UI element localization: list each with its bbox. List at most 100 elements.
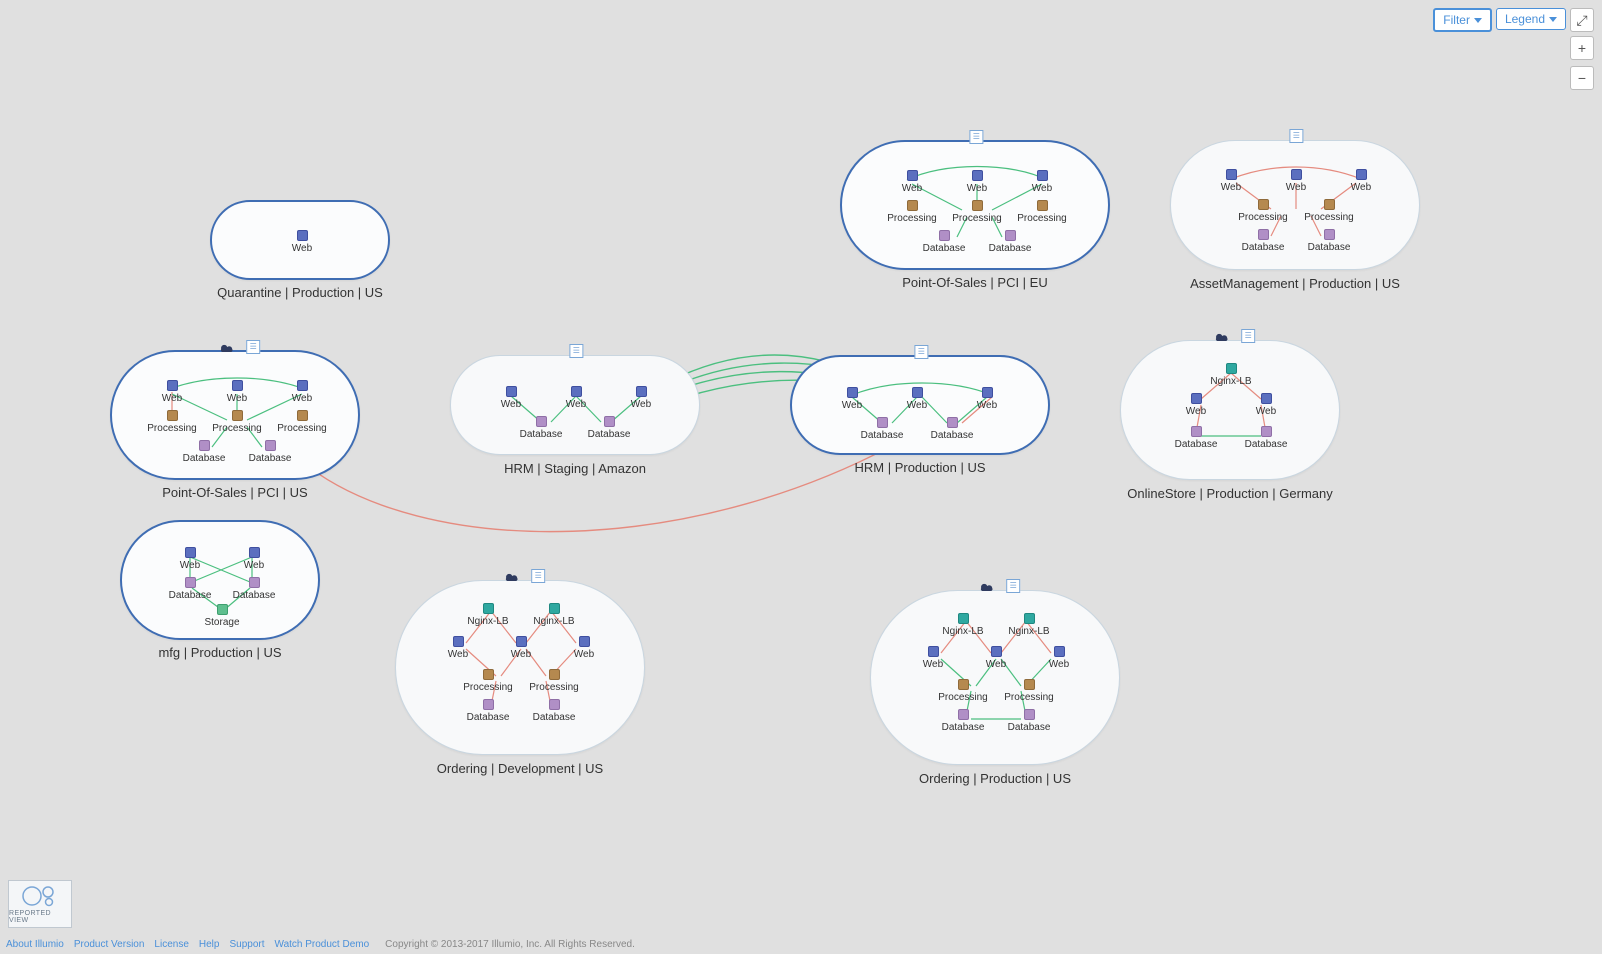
cloud-icon	[503, 571, 519, 581]
group-label: Ordering | Production | US	[871, 771, 1119, 786]
group-label: Point-Of-Sales | PCI | EU	[842, 275, 1108, 290]
footer-link[interactable]: About Illumio	[6, 939, 64, 950]
node-processing[interactable]: Processing	[1299, 199, 1359, 223]
node-processing[interactable]: Processing	[458, 669, 518, 693]
reported-view-badge[interactable]: REPORTED VIEW	[8, 880, 72, 928]
node-web[interactable]: Web	[1201, 169, 1261, 193]
node-database[interactable]: Database	[240, 440, 300, 464]
filter-label: Filter	[1443, 13, 1470, 27]
node-database[interactable]: Database	[1236, 426, 1296, 450]
node-processing[interactable]: Processing	[882, 200, 942, 224]
node-web[interactable]: Web	[611, 386, 671, 410]
node-database[interactable]: Database	[579, 416, 639, 440]
node-database[interactable]: Database	[914, 230, 974, 254]
footer: About Illumio Product Version License He…	[6, 939, 1596, 950]
filter-button[interactable]: Filter	[1433, 8, 1492, 32]
node-database[interactable]: Database	[174, 440, 234, 464]
node-web[interactable]: Web	[428, 636, 488, 660]
node-web[interactable]: Web	[1236, 393, 1296, 417]
node-web[interactable]: Web	[207, 380, 267, 404]
group-hrm-prod[interactable]: Web Web Web Database Database HRM | Prod…	[790, 355, 1050, 455]
footer-link[interactable]: Support	[229, 939, 264, 950]
group-pos-us[interactable]: Web Web Web Processing Processing Proces…	[110, 350, 360, 480]
chevron-down-icon	[1549, 17, 1557, 22]
node-database[interactable]: Database	[1166, 426, 1226, 450]
node-web[interactable]: Web	[546, 386, 606, 410]
node-storage[interactable]: Storage	[192, 604, 252, 628]
group-label: Ordering | Development | US	[396, 761, 644, 776]
group-onlinestore[interactable]: Nginx-LB Web Web Database Database Onlin…	[1120, 340, 1340, 480]
node-processing[interactable]: Processing	[272, 410, 332, 434]
legend-button[interactable]: Legend	[1496, 8, 1566, 30]
node-web[interactable]: Web	[160, 547, 220, 571]
node-nginx-lb[interactable]: Nginx-LB	[999, 613, 1059, 637]
group-hrm-stg[interactable]: Web Web Web Database Database HRM | Stag…	[450, 355, 700, 455]
node-database[interactable]: Database	[1299, 229, 1359, 253]
zoom-in-button[interactable]: +	[1570, 36, 1594, 60]
node-database[interactable]: Database	[458, 699, 518, 723]
node-nginx-lb[interactable]: Nginx-LB	[524, 603, 584, 627]
node-web[interactable]: Web	[1012, 170, 1072, 194]
node-web[interactable]: Web	[966, 646, 1026, 670]
node-web[interactable]: Web	[272, 380, 332, 404]
fullscreen-button[interactable]: ⤢	[1570, 8, 1594, 32]
group-pos-eu[interactable]: Web Web Web Processing Processing Proces…	[840, 140, 1110, 270]
circles-icon	[20, 884, 60, 908]
node-database[interactable]: Database	[160, 577, 220, 601]
top-controls: Filter Legend ⤢	[1433, 8, 1594, 32]
illumination-canvas[interactable]: Filter Legend ⤢ + − Web Quarantine | Pro…	[0, 0, 1602, 954]
node-database[interactable]: Database	[224, 577, 284, 601]
node-processing[interactable]: Processing	[933, 679, 993, 703]
node-web[interactable]: Web	[554, 636, 614, 660]
zoom-out-button[interactable]: −	[1570, 66, 1594, 90]
node-nginx-lb[interactable]: Nginx-LB	[1201, 363, 1261, 387]
group-quarantine[interactable]: Web Quarantine | Production | US	[210, 200, 390, 280]
footer-link[interactable]: Product Version	[74, 939, 145, 950]
node-database[interactable]: Database	[999, 709, 1059, 733]
node-web[interactable]: Web	[1029, 646, 1089, 670]
group-label: mfg | Production | US	[122, 645, 318, 660]
node-processing[interactable]: Processing	[142, 410, 202, 434]
node-database[interactable]: Database	[1233, 229, 1293, 253]
node-web[interactable]: Web	[142, 380, 202, 404]
group-label: Quarantine | Production | US	[212, 285, 388, 300]
node-web[interactable]: Web	[1331, 169, 1391, 193]
footer-link[interactable]: Help	[199, 939, 220, 950]
node-processing[interactable]: Processing	[999, 679, 1059, 703]
node-web[interactable]: Web	[882, 170, 942, 194]
node-nginx-lb[interactable]: Nginx-LB	[458, 603, 518, 627]
node-processing[interactable]: Processing	[1233, 199, 1293, 223]
group-label: OnlineStore | Production | Germany	[1121, 486, 1339, 501]
node-database[interactable]: Database	[933, 709, 993, 733]
footer-link[interactable]: Watch Product Demo	[275, 939, 370, 950]
node-database[interactable]: Database	[980, 230, 1040, 254]
node-web[interactable]: Web	[272, 230, 332, 254]
node-database[interactable]: Database	[524, 699, 584, 723]
group-ordering-prod[interactable]: Nginx-LB Nginx-LB Web Web Web Processing…	[870, 590, 1120, 765]
copyright: Copyright © 2013-2017 Illumio, Inc. All …	[385, 939, 635, 950]
cloud-icon	[1213, 331, 1229, 341]
node-web[interactable]: Web	[957, 387, 1017, 411]
node-web[interactable]: Web	[481, 386, 541, 410]
node-database[interactable]: Database	[852, 417, 912, 441]
group-ordering-dev[interactable]: Nginx-LB Nginx-LB Web Web Web Processing…	[395, 580, 645, 755]
web-icon	[297, 230, 308, 241]
node-web[interactable]: Web	[1266, 169, 1326, 193]
group-asset-mgmt[interactable]: Web Web Web Processing Processing Databa…	[1170, 140, 1420, 270]
node-web[interactable]: Web	[947, 170, 1007, 194]
node-processing[interactable]: Processing	[524, 669, 584, 693]
node-web[interactable]: Web	[822, 387, 882, 411]
node-web[interactable]: Web	[903, 646, 963, 670]
node-database[interactable]: Database	[511, 416, 571, 440]
node-web[interactable]: Web	[1166, 393, 1226, 417]
node-processing[interactable]: Processing	[1012, 200, 1072, 224]
footer-link[interactable]: License	[154, 939, 188, 950]
node-processing[interactable]: Processing	[947, 200, 1007, 224]
node-database[interactable]: Database	[922, 417, 982, 441]
node-nginx-lb[interactable]: Nginx-LB	[933, 613, 993, 637]
node-web[interactable]: Web	[491, 636, 551, 660]
node-web[interactable]: Web	[887, 387, 947, 411]
node-processing[interactable]: Processing	[207, 410, 267, 434]
node-web[interactable]: Web	[224, 547, 284, 571]
group-mfg[interactable]: Web Web Database Database Storage mfg | …	[120, 520, 320, 640]
